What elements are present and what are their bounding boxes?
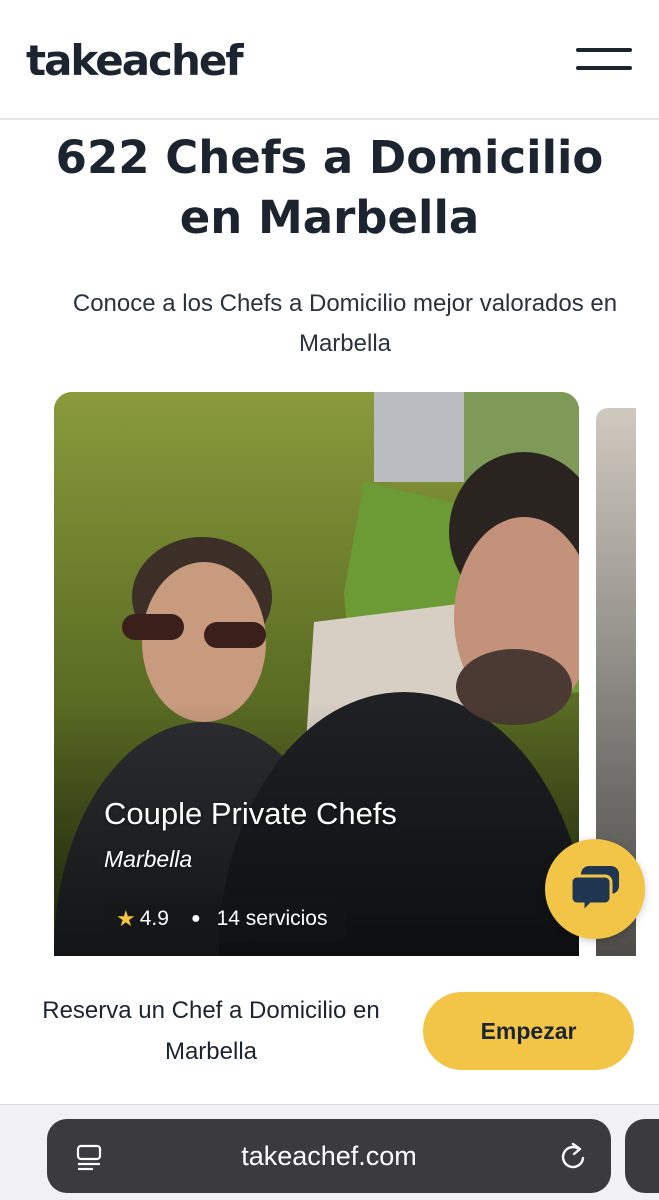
chat-bubbles-icon xyxy=(569,866,619,914)
url-text[interactable]: takeachef.com xyxy=(241,1141,417,1172)
address-bar[interactable]: takeachef.com xyxy=(47,1119,611,1193)
page-title: 622 Chefs a Domicilio en Marbella xyxy=(55,131,604,244)
hamburger-menu-icon[interactable] xyxy=(576,44,634,76)
start-button[interactable]: Empezar xyxy=(423,992,634,1070)
chef-name[interactable]: Couple Private Chefs xyxy=(104,796,397,832)
chef-card[interactable]: Couple Private Chefs Marbella ★ 4.9 ● 14… xyxy=(54,392,579,956)
takeachef-logo[interactable]: takeachef xyxy=(26,36,244,85)
page-subtitle: Conoce a los Chefs a Domicilio mejor val… xyxy=(72,290,618,357)
cta-text: Reserva un Chef a Domicilio en Marbella xyxy=(42,997,380,1065)
star-icon: ★ xyxy=(116,906,136,931)
chef-stats-badge: ★ 4.9 ● 14 servicios xyxy=(104,896,346,942)
menu-line-bottom xyxy=(576,66,632,70)
reload-icon[interactable] xyxy=(559,1141,589,1173)
site-header: takeachef xyxy=(0,0,659,120)
reader-mode-icon[interactable] xyxy=(75,1143,103,1173)
browser-toolbar: takeachef.com xyxy=(0,1104,659,1200)
separator-dot: ● xyxy=(190,910,201,927)
chat-button[interactable] xyxy=(545,839,645,939)
chef-services: 14 servicios xyxy=(216,907,328,930)
chef-rating: 4.9 xyxy=(139,907,169,930)
menu-line-top xyxy=(576,48,632,52)
tab-switcher[interactable] xyxy=(625,1119,659,1193)
chef-city: Marbella xyxy=(104,846,193,872)
